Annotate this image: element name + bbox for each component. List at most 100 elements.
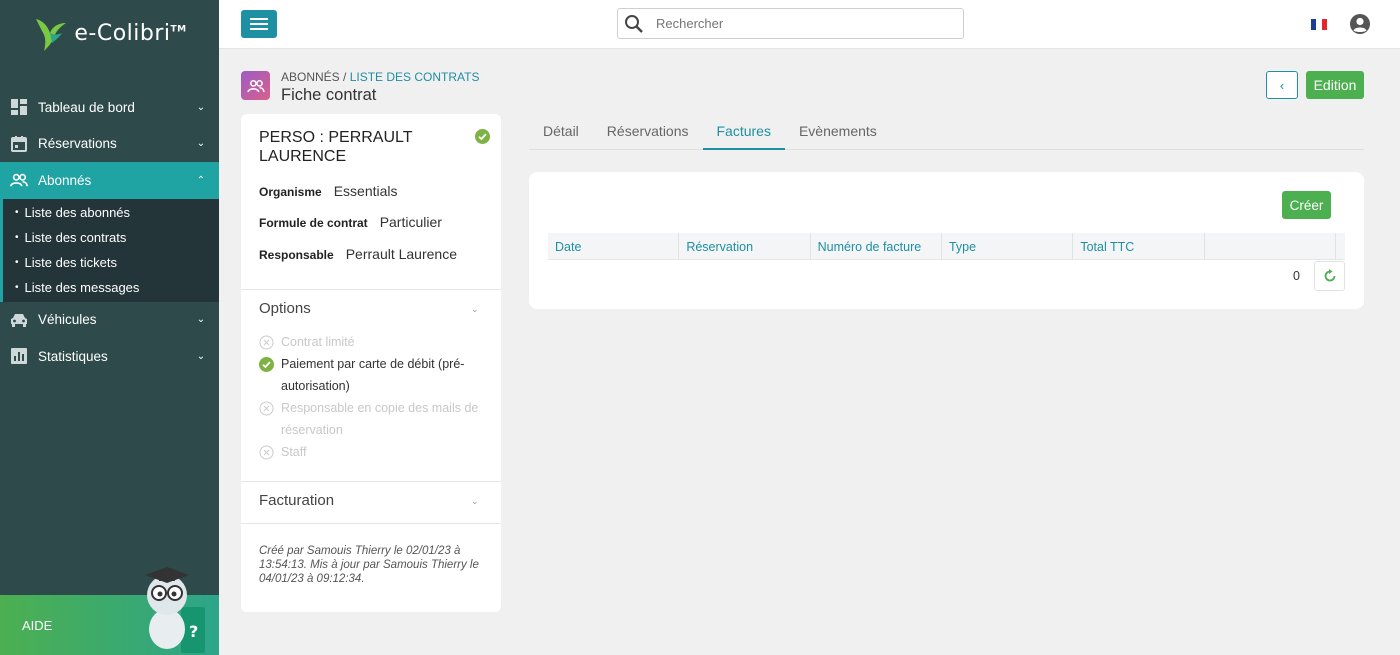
column-header-numero[interactable]: Numéro de facture [811,233,942,260]
option-responsable-copie: Responsable en copie des mails de réserv… [259,397,489,441]
field-value: Perrault Laurence [345,246,457,262]
divider [241,523,501,524]
nav-label: Réservations [38,136,117,152]
chevron-down-icon: ⌄ [196,314,206,326]
chevron-up-icon: ⌃ [196,174,206,186]
field-value: Particulier [379,214,442,230]
option-label: Contrat limité [281,335,355,349]
search-input[interactable] [656,16,936,31]
back-button[interactable]: ‹ [1266,71,1298,99]
help-button[interactable]: AIDE ? [0,567,219,655]
chevron-down-icon: ⌄ [196,350,206,362]
refresh-button[interactable] [1314,261,1345,291]
field-key: Responsable [259,248,334,262]
tab-evenements[interactable]: Evènements [785,120,891,150]
nav-label: Tableau de bord [38,99,135,115]
column-header-actions [1205,233,1336,260]
field-formule: Formule de contrat Particulier [259,214,442,230]
sidebar: e-ColibriTM Tableau de bord ⌄ Réservatio… [0,0,219,655]
chevron-left-icon: ‹ [1279,77,1285,93]
breadcrumb-link-contrats[interactable]: LISTE DES CONTRATS [350,70,480,84]
refresh-icon [1324,269,1335,282]
subnav-item-liste-contrats[interactable]: Liste des contrats [3,225,219,250]
field-key: Organisme [259,185,322,199]
french-flag-icon[interactable] [1311,19,1327,30]
subnav-abonnes: Liste des abonnés Liste des contrats Lis… [0,198,219,302]
invoices-table-header: Date Réservation Numéro de facture Type … [548,233,1345,260]
top-bar [219,0,1400,49]
help-label: AIDE [22,617,53,633]
nav-label: Abonnés [38,172,92,188]
car-icon [10,311,28,329]
contract-users-icon [241,71,270,100]
option-label: Staff [281,445,307,459]
tab-factures[interactable]: Factures [702,120,785,150]
column-header-total[interactable]: Total TTC [1073,233,1205,260]
column-header-reservation[interactable]: Réservation [679,233,811,260]
billing-title: Facturation [259,492,335,509]
nav-item-statistiques[interactable]: Statistiques ⌄ [0,338,219,375]
column-header-spacer [1336,233,1345,260]
help-mascot-icon: ? [145,567,205,653]
column-header-type[interactable]: Type [942,233,1074,260]
search-box [617,8,964,39]
breadcrumb: ABONNÉS / LISTE DES CONTRATS [281,70,480,84]
option-label: Responsable en copie des mails de réserv… [281,401,479,437]
chevron-down-icon: ⌄ [196,101,206,113]
check-circle-icon [259,356,274,372]
svg-text:?: ? [189,622,198,641]
divider [241,289,501,290]
field-organisme: Organisme Essentials [259,183,398,199]
nav-item-abonnes[interactable]: Abonnés ⌃ [0,162,219,199]
chevron-down-icon[interactable]: ⌄ [471,304,479,315]
user-account-icon[interactable] [1349,13,1371,35]
hummingbird-logo-icon [36,19,67,51]
menu-toggle-button[interactable] [241,10,277,38]
invoices-card: Créer Date Réservation Numéro de facture… [529,172,1364,309]
calendar-icon [10,135,28,153]
page-title: Fiche contrat [281,86,377,104]
column-header-date[interactable]: Date [548,233,680,260]
nav-item-dashboard[interactable]: Tableau de bord ⌄ [0,89,219,126]
create-invoice-button[interactable]: Créer [1282,191,1331,219]
subnav-item-liste-tickets[interactable]: Liste des tickets [3,250,219,275]
edit-button[interactable]: Edition [1306,71,1364,99]
option-label: Paiement par carte de débit (pré-autoris… [281,357,465,393]
invoice-count: 0 [1293,269,1300,283]
check-circle-icon [475,129,490,144]
main-nav: Tableau de bord ⌄ Réservations ⌄ Abonnés… [0,89,219,375]
users-icon [10,171,28,189]
nav-item-vehicules[interactable]: Véhicules ⌄ [0,302,219,339]
x-circle-icon [259,335,274,349]
option-paiement-carte: Paiement par carte de débit (pré-autoris… [259,353,489,397]
subnav-item-liste-abonnes[interactable]: Liste des abonnés [3,201,219,226]
option-contrat-limite: Contrat limité [259,331,489,353]
field-value: Essentials [333,183,398,199]
nav-label: Véhicules [38,312,97,328]
app-logo-text: e-ColibriTM [74,20,187,46]
app-logo[interactable]: e-ColibriTM [0,0,219,62]
options-title: Options [259,300,311,317]
contract-card: PERSO : PERRAULT LAURENCE Organisme Essen… [241,114,501,612]
x-circle-icon [259,401,274,415]
dashboard-icon [10,98,28,116]
divider [241,481,501,482]
contract-tabs: Détail Réservations Factures Evènements [529,120,1364,150]
option-staff: Staff [259,441,489,463]
nav-item-reservations[interactable]: Réservations ⌄ [0,126,219,163]
contract-name: PERSO : PERRAULT LAURENCE [259,129,413,165]
field-key: Formule de contrat [259,216,368,230]
tab-reservations[interactable]: Réservations [593,120,703,150]
chart-icon [10,347,28,365]
chevron-down-icon[interactable]: ⌄ [471,496,479,507]
hamburger-icon [250,18,268,30]
nav-label: Statistiques [38,348,108,364]
chevron-down-icon: ⌄ [196,138,206,150]
subnav-item-liste-messages[interactable]: Liste des messages [3,275,219,300]
search-icon [625,14,643,33]
tab-detail[interactable]: Détail [529,120,593,150]
breadcrumb-separator: / [339,70,350,84]
breadcrumb-root: ABONNÉS [281,70,340,84]
audit-footnote: Créé par Samouis Thierry le 02/01/23 à 1… [259,545,479,585]
x-circle-icon [259,445,274,459]
